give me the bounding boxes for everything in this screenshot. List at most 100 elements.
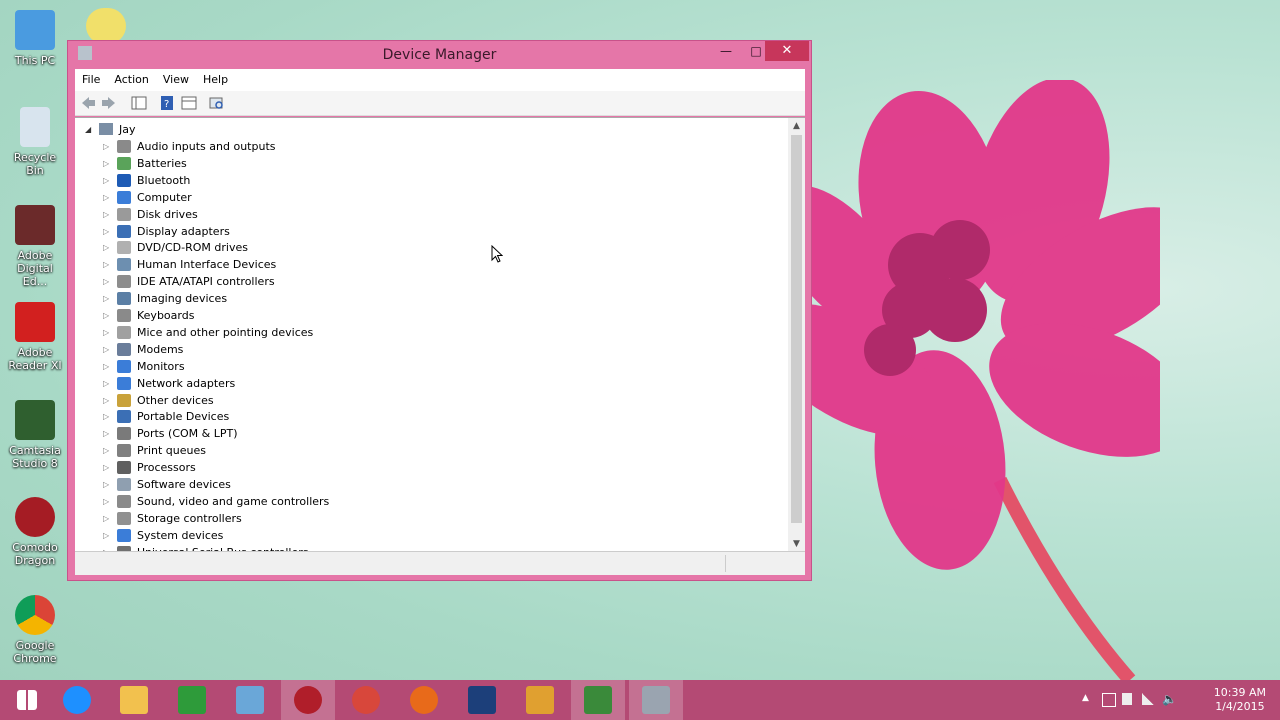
device-category-row[interactable]: ▷ Disk drives	[103, 206, 198, 223]
network-icon[interactable]	[1142, 693, 1154, 705]
device-category-row[interactable]: ▷ Audio inputs and outputs	[103, 138, 276, 155]
expand-arrow-icon[interactable]: ▷	[103, 446, 117, 455]
device-category-row[interactable]: ▷ Storage controllers	[103, 510, 242, 527]
action-center-icon[interactable]	[1102, 693, 1116, 707]
expand-arrow-icon[interactable]: ▷	[103, 311, 117, 320]
device-category-row[interactable]: ▷ Computer	[103, 189, 192, 206]
menu-help[interactable]: Help	[196, 69, 235, 91]
outlook-icon	[526, 686, 554, 714]
device-category-row[interactable]: ▷ DVD/CD-ROM drives	[103, 239, 248, 256]
scan-hardware-icon[interactable]	[209, 96, 225, 110]
expand-arrow-icon[interactable]: ▷	[103, 227, 117, 236]
desktop-icon-google-chrome[interactable]: Google Chrome	[4, 595, 66, 665]
properties-icon[interactable]	[181, 96, 197, 110]
device-category-row[interactable]: ▷ Ports (COM & LPT)	[103, 425, 238, 442]
back-arrow-icon[interactable]	[80, 96, 96, 110]
power-icon[interactable]	[1122, 693, 1132, 705]
device-category-row[interactable]: ▷ Mice and other pointing devices	[103, 324, 313, 341]
expand-arrow-icon[interactable]: ▷	[103, 328, 117, 337]
expand-arrow-icon[interactable]: ▷	[103, 362, 117, 371]
menu-view[interactable]: View	[156, 69, 196, 91]
vertical-scrollbar[interactable]: ▲ ▼	[788, 118, 805, 552]
taskbar-app-button[interactable]	[107, 680, 161, 720]
taskbar-app-button[interactable]	[571, 680, 625, 720]
volume-icon[interactable]: 🔈	[1162, 692, 1177, 706]
device-category-row[interactable]: ▷ Network adapters	[103, 375, 235, 392]
desktop-icon-camtasia[interactable]: Camtasia Studio 8	[4, 400, 66, 470]
taskbar-app-button[interactable]	[50, 680, 104, 720]
expand-arrow-icon[interactable]: ▷	[103, 142, 117, 151]
forward-arrow-icon[interactable]	[101, 96, 117, 110]
desktop-shortcut-partial-icon[interactable]	[86, 8, 126, 44]
taskbar-app-button[interactable]	[339, 680, 393, 720]
expand-arrow-icon[interactable]: ▷	[103, 176, 117, 185]
taskbar-app-button[interactable]	[629, 680, 683, 720]
menu-action[interactable]: Action	[107, 69, 155, 91]
device-category-row[interactable]: ▷ IDE ATA/ATAPI controllers	[103, 273, 275, 290]
device-category-row[interactable]: ▷ Display adapters	[103, 223, 230, 240]
device-category-row[interactable]: ▷ Bluetooth	[103, 172, 190, 189]
expand-arrow-icon[interactable]: ▷	[103, 345, 117, 354]
expand-arrow-icon[interactable]: ▷	[103, 277, 117, 286]
device-category-row[interactable]: ▷ Processors	[103, 459, 196, 476]
desktop-icon-adobe-digital-editions[interactable]: Adobe Digital Ed...	[4, 205, 66, 288]
title-bar[interactable]: Device Manager — □ ✕	[68, 41, 811, 69]
help-icon[interactable]: ?	[159, 96, 175, 110]
expand-arrow-icon[interactable]: ▷	[103, 260, 117, 269]
device-category-row[interactable]: ▷ Software devices	[103, 476, 231, 493]
device-category-row[interactable]: ▷ Monitors	[103, 358, 185, 375]
expand-arrow-icon[interactable]: ▷	[103, 379, 117, 388]
store-icon	[178, 686, 206, 714]
desktop-icon-label: Google Chrome	[13, 639, 57, 665]
minimize-button[interactable]: —	[711, 41, 741, 61]
menu-file[interactable]: File	[75, 69, 107, 91]
show-hide-console-tree-icon[interactable]	[131, 96, 147, 110]
device-category-label: Ports (COM & LPT)	[137, 427, 238, 441]
device-category-row[interactable]: ▷ Imaging devices	[103, 290, 227, 307]
device-category-row[interactable]: ▷ Print queues	[103, 442, 206, 459]
device-category-label: Modems	[137, 342, 184, 356]
start-button[interactable]	[0, 680, 54, 720]
expand-arrow-icon[interactable]: ▷	[103, 243, 117, 252]
taskbar-app-button[interactable]	[397, 680, 451, 720]
scroll-up-arrow-icon[interactable]: ▲	[788, 118, 805, 134]
expand-arrow-icon[interactable]: ▷	[103, 210, 117, 219]
expand-arrow-icon[interactable]: ▷	[103, 514, 117, 523]
tree-root[interactable]: ◢ Jay	[85, 121, 136, 137]
taskbar-app-button[interactable]	[165, 680, 219, 720]
device-category-row[interactable]: ▷ Other devices	[103, 392, 214, 409]
device-category-icon	[117, 342, 131, 356]
expand-arrow-icon[interactable]: ▷	[103, 497, 117, 506]
expand-arrow-icon[interactable]: ▷	[103, 412, 117, 421]
expand-arrow-icon[interactable]: ▷	[103, 193, 117, 202]
expand-arrow-icon[interactable]: ▷	[103, 531, 117, 540]
clock[interactable]: 10:39 AM 1/4/2015	[1214, 686, 1266, 714]
show-hidden-icons-icon[interactable]: ▲	[1082, 693, 1089, 703]
collapse-arrow-icon[interactable]: ◢	[85, 125, 99, 134]
desktop-icon-this-pc[interactable]: This PC	[4, 10, 66, 67]
taskbar-app-button[interactable]	[455, 680, 509, 720]
taskbar-app-button[interactable]	[281, 680, 335, 720]
desktop-icon-comodo-dragon[interactable]: Comodo Dragon	[4, 497, 66, 567]
close-button[interactable]: ✕	[765, 41, 809, 61]
device-category-row[interactable]: ▷ Modems	[103, 341, 183, 358]
expand-arrow-icon[interactable]: ▷	[103, 396, 117, 405]
scroll-down-arrow-icon[interactable]: ▼	[788, 536, 805, 552]
device-category-row[interactable]: ▷ Sound, video and game controllers	[103, 493, 329, 510]
expand-arrow-icon[interactable]: ▷	[103, 429, 117, 438]
device-category-row[interactable]: ▷ Keyboards	[103, 307, 194, 324]
expand-arrow-icon[interactable]: ▷	[103, 294, 117, 303]
device-category-row[interactable]: ▷ System devices	[103, 527, 223, 544]
taskbar-app-button[interactable]	[513, 680, 567, 720]
desktop-icon-recycle-bin[interactable]: Recycle Bin	[4, 107, 66, 177]
device-category-row[interactable]: ▷ Human Interface Devices	[103, 256, 276, 273]
expand-arrow-icon[interactable]: ▷	[103, 463, 117, 472]
device-category-row[interactable]: ▷ Batteries	[103, 155, 187, 172]
desktop-icon-adobe-reader[interactable]: Adobe Reader XI	[4, 302, 66, 372]
device-category-icon	[117, 140, 131, 153]
expand-arrow-icon[interactable]: ▷	[103, 159, 117, 168]
taskbar-app-button[interactable]	[223, 680, 277, 720]
expand-arrow-icon[interactable]: ▷	[103, 480, 117, 489]
scrollbar-thumb[interactable]	[791, 135, 802, 523]
device-category-row[interactable]: ▷ Portable Devices	[103, 408, 229, 425]
